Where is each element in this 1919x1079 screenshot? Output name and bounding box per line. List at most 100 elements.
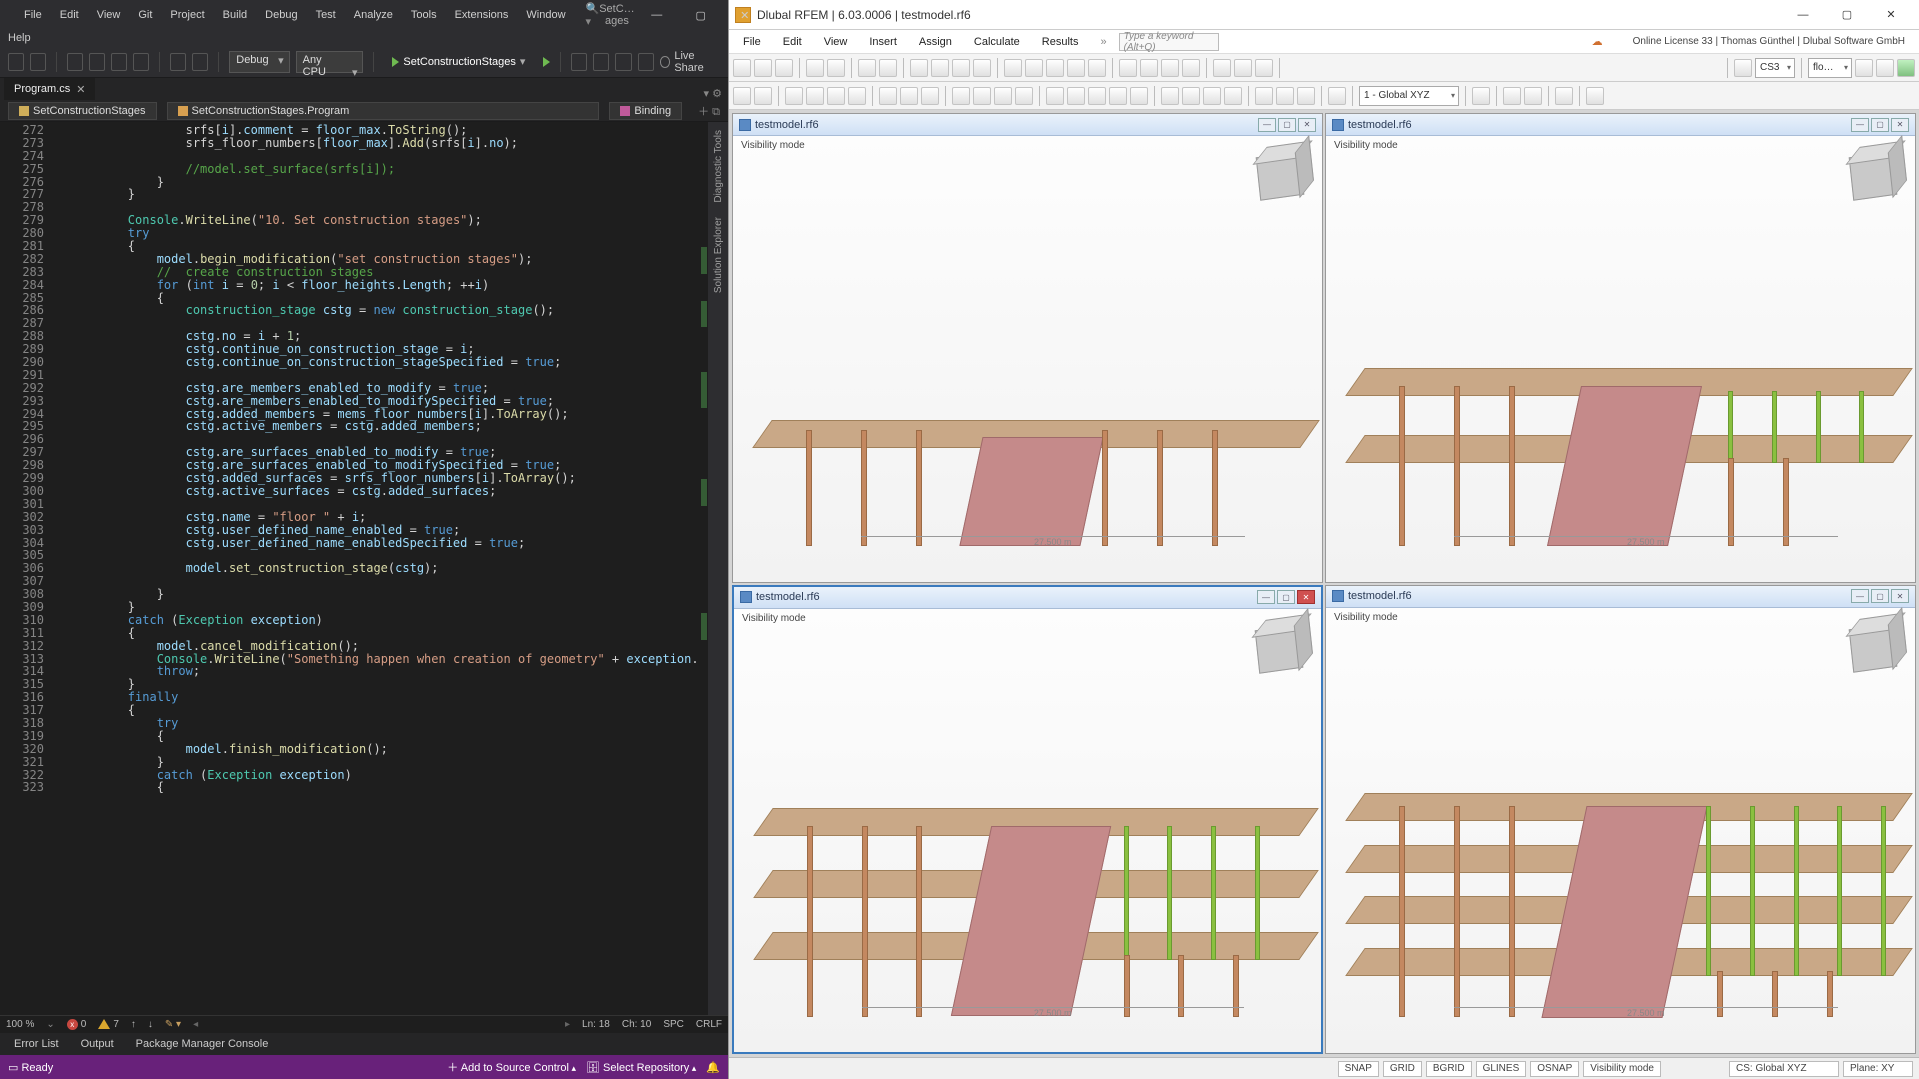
- tab-pmc[interactable]: Package Manager Console: [126, 1035, 279, 1053]
- cs-combo[interactable]: CS3: [1755, 58, 1795, 78]
- vp-max-icon[interactable]: ▢: [1871, 118, 1889, 132]
- rfem-menu-edit[interactable]: Edit: [773, 33, 812, 51]
- orientation-cube-icon[interactable]: [1847, 618, 1905, 676]
- tool-icon[interactable]: [1140, 59, 1158, 77]
- refresh-icon[interactable]: [1897, 59, 1915, 77]
- indent-mode[interactable]: SPC: [663, 1019, 684, 1030]
- code-area[interactable]: srfs[i].comment = floor_max.ToString(); …: [66, 122, 698, 1015]
- tool-icon[interactable]: [910, 59, 928, 77]
- rfem-titlebar[interactable]: Dlubal RFEM | 6.03.0006 | testmodel.rf6 …: [729, 0, 1919, 30]
- orientation-cube-icon[interactable]: [1847, 146, 1905, 204]
- load-icon[interactable]: [973, 87, 991, 105]
- vp-min-icon[interactable]: ―: [1258, 118, 1276, 132]
- config-combo[interactable]: Debug: [229, 51, 289, 73]
- tool-icon[interactable]: [1182, 87, 1200, 105]
- vs-minimize-button[interactable]: ―: [635, 1, 679, 29]
- tool-icon[interactable]: [931, 59, 949, 77]
- nav-up-icon[interactable]: ↑: [131, 1019, 136, 1030]
- status-snap[interactable]: SNAP: [1338, 1061, 1379, 1077]
- tool-icon[interactable]: [1046, 87, 1064, 105]
- new-project-icon[interactable]: [67, 53, 83, 71]
- menu-analyze[interactable]: Analyze: [346, 5, 401, 25]
- tool-icon[interactable]: [1088, 87, 1106, 105]
- tool-icon[interactable]: [638, 53, 654, 71]
- release-icon[interactable]: [921, 87, 939, 105]
- load-icon[interactable]: [952, 87, 970, 105]
- select-repository-button[interactable]: 🗄 Select Repository: [586, 1061, 696, 1074]
- tab-program-cs[interactable]: Program.cs ✕: [4, 78, 95, 100]
- vp-max-icon[interactable]: ▢: [1278, 118, 1296, 132]
- tool-icon[interactable]: [1224, 87, 1242, 105]
- error-count[interactable]: 0: [81, 1019, 87, 1030]
- menu-help[interactable]: Help: [8, 32, 31, 44]
- vp-close-icon[interactable]: ✕: [1297, 590, 1315, 604]
- tool-icon[interactable]: [1234, 59, 1252, 77]
- tool-icon[interactable]: [1046, 59, 1064, 77]
- tool-icon[interactable]: [1555, 87, 1573, 105]
- tab-output[interactable]: Output: [71, 1035, 124, 1053]
- open-icon[interactable]: [754, 59, 772, 77]
- status-osnap[interactable]: OSNAP: [1530, 1061, 1579, 1077]
- vs-titlebar[interactable]: File Edit View Git Project Build Debug T…: [0, 0, 728, 30]
- rfem-minimize-button[interactable]: ―: [1781, 1, 1825, 29]
- tool-icon[interactable]: [1182, 59, 1200, 77]
- fold-margin[interactable]: [52, 122, 66, 1015]
- warning-count[interactable]: 7: [113, 1019, 119, 1030]
- tool-icon[interactable]: [1067, 87, 1085, 105]
- new-icon[interactable]: [733, 59, 751, 77]
- save-icon[interactable]: [775, 59, 793, 77]
- vp-min-icon[interactable]: ―: [1257, 590, 1275, 604]
- viewport-canvas[interactable]: Visibility mode: [1326, 608, 1915, 1054]
- vp-close-icon[interactable]: ✕: [1891, 589, 1909, 603]
- notification-icon[interactable]: 🔔: [706, 1061, 720, 1074]
- orientation-cube-icon[interactable]: [1254, 146, 1312, 204]
- tool-icon[interactable]: [973, 59, 991, 77]
- next-icon[interactable]: [1876, 59, 1894, 77]
- rfem-menu-view[interactable]: View: [814, 33, 858, 51]
- menu-edit[interactable]: Edit: [52, 5, 87, 25]
- nav-class[interactable]: SetConstructionStages.Program: [167, 102, 600, 120]
- redo-icon[interactable]: [192, 53, 208, 71]
- viewport-canvas[interactable]: Visibility mode: [1326, 136, 1915, 582]
- tool-icon[interactable]: [1130, 87, 1148, 105]
- tool-icon[interactable]: [1203, 87, 1221, 105]
- sidetab-solution-explorer[interactable]: Solution Explorer: [713, 217, 724, 293]
- split-icon[interactable]: ＋ ⧉: [698, 103, 720, 119]
- sidetab-diagnostic-tools[interactable]: Diagnostic Tools: [713, 130, 724, 203]
- menu-extensions[interactable]: Extensions: [447, 5, 517, 25]
- tool-icon[interactable]: [1161, 87, 1179, 105]
- viewport-titlebar[interactable]: testmodel.rf6 ―▢✕: [1326, 586, 1915, 608]
- viewport-2[interactable]: testmodel.rf6 ―▢✕ Visibility mode: [1325, 113, 1916, 583]
- node-icon[interactable]: [733, 87, 751, 105]
- vp-min-icon[interactable]: ―: [1851, 589, 1869, 603]
- status-bgrid[interactable]: BGRID: [1426, 1061, 1472, 1077]
- status-grid[interactable]: GRID: [1383, 1061, 1422, 1077]
- undo-icon[interactable]: [170, 53, 186, 71]
- viewport-1[interactable]: testmodel.rf6 ―▢✕ Visibility mode: [732, 113, 1323, 583]
- tool-icon[interactable]: [1213, 59, 1231, 77]
- tool-icon[interactable]: [1472, 87, 1490, 105]
- zoom-level[interactable]: 100 %: [6, 1019, 34, 1030]
- tool-icon[interactable]: [1088, 59, 1106, 77]
- pen-icon[interactable]: ✎ ▾: [165, 1019, 181, 1030]
- orientation-cube-icon[interactable]: [1253, 619, 1311, 677]
- nav-down-icon[interactable]: ↓: [148, 1019, 153, 1030]
- tool-icon[interactable]: [1734, 59, 1752, 77]
- menu-view[interactable]: View: [89, 5, 129, 25]
- rfem-menu-results[interactable]: Results: [1032, 33, 1089, 51]
- tool-icon[interactable]: [1119, 59, 1137, 77]
- hinge-icon[interactable]: [900, 87, 918, 105]
- tool-icon[interactable]: [1328, 87, 1346, 105]
- menu-tools[interactable]: Tools: [403, 5, 445, 25]
- tool-icon[interactable]: [593, 53, 609, 71]
- tool-icon[interactable]: [1297, 87, 1315, 105]
- tool-icon[interactable]: [1255, 59, 1273, 77]
- copy-icon[interactable]: [879, 59, 897, 77]
- print-icon[interactable]: [858, 59, 876, 77]
- vs-close-button[interactable]: ✕: [723, 1, 767, 29]
- save-icon[interactable]: [111, 53, 127, 71]
- viewport-4[interactable]: testmodel.rf6 ―▢✕ Visibility mode: [1325, 585, 1916, 1055]
- status-glines[interactable]: GLINES: [1476, 1061, 1527, 1077]
- menu-project[interactable]: Project: [162, 5, 212, 25]
- tool-icon[interactable]: [571, 53, 587, 71]
